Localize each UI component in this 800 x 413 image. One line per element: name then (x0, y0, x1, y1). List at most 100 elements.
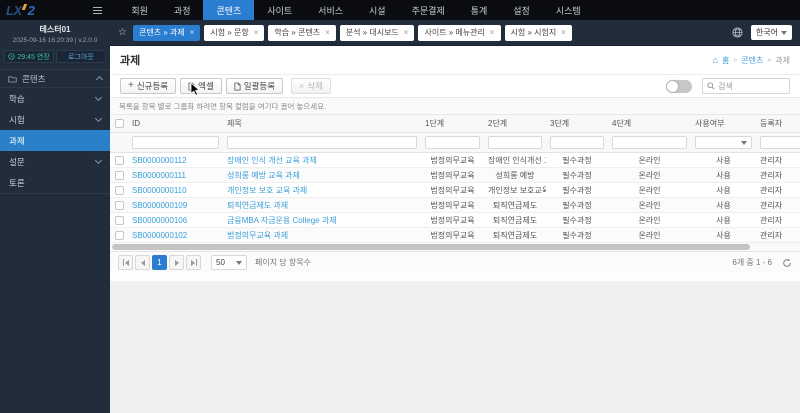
page-tab[interactable]: 사이트 » 메뉴관리 × (418, 24, 501, 41)
delete-label: 삭제 (307, 81, 323, 91)
prev-page-button[interactable] (135, 255, 150, 270)
title-bar: 과제 ⌂ 홈 » 콘텐츠 » 과제 (110, 46, 800, 75)
column-header-level3[interactable]: 3단계 (546, 118, 608, 129)
session-extend-button[interactable]: 29:45 연장 (4, 50, 54, 63)
row-id-link[interactable]: SB0000000106 (132, 216, 187, 225)
favorite-star-icon[interactable]: ☆ (118, 27, 127, 38)
sidebar-item[interactable]: 과제 (0, 130, 110, 151)
row-id-link[interactable]: SB0000000110 (132, 186, 187, 195)
table-row[interactable]: SB0000000109 퇴직연금제도 과제 법정의무교육 퇴직연금제도 필수과… (110, 198, 800, 213)
column-header-level4[interactable]: 4단계 (608, 118, 691, 129)
next-page-button[interactable] (169, 255, 184, 270)
filter-registrant-input[interactable] (760, 136, 800, 149)
session-info: 2025-09-16 16:20:39 | v.2.0.0 (12, 37, 98, 44)
hamburger-menu-icon[interactable] (84, 0, 110, 20)
top-nav-item[interactable]: 과정 (161, 0, 204, 20)
home-icon: ⌂ (712, 55, 718, 65)
row-id-link[interactable]: SB0000000111 (132, 171, 186, 180)
table-row[interactable]: SB0000000111 성희롱 예방 교육 과제 법정의무교육 성희롱 예방 … (110, 168, 800, 183)
row-title-link[interactable]: 금융MBA 자금운용 College 과제 (227, 216, 337, 225)
breadcrumb-contents[interactable]: 콘텐츠 (741, 55, 763, 66)
page-tab[interactable]: 콘텐츠 » 과제 × (132, 24, 201, 41)
tab-close-icon[interactable]: × (404, 28, 409, 37)
group-by-bar[interactable]: 목록을 항목 별로 그룹화 하려면 항목 컬럼을 여기다 끌어 놓으세요. (110, 97, 800, 115)
tab-close-icon[interactable]: × (490, 28, 495, 37)
page-size-select[interactable]: 50 (211, 255, 247, 270)
delete-button[interactable]: × 삭제 (291, 78, 331, 94)
row-id-link[interactable]: SB0000000112 (132, 156, 187, 165)
row-id-link[interactable]: SB0000000109 (132, 201, 187, 210)
table-row[interactable]: SB0000000106 금융MBA 자금운용 College 과제 법정의무교… (110, 213, 800, 228)
column-header-level2[interactable]: 2단계 (484, 118, 546, 129)
row-checkbox[interactable] (114, 155, 124, 165)
row-id-link[interactable]: SB0000000102 (132, 231, 187, 240)
globe-icon (732, 27, 743, 38)
top-nav-item[interactable]: 콘텐츠 (203, 0, 255, 20)
column-header-registrant[interactable]: 등록자 (756, 118, 800, 129)
filter-level1-input[interactable] (425, 136, 480, 149)
first-page-button[interactable] (118, 255, 133, 270)
sidebar-section-header[interactable]: 콘텐츠 (0, 69, 110, 88)
breadcrumb-home[interactable]: 홈 (722, 55, 729, 66)
row-checkbox[interactable] (114, 230, 124, 240)
page-tab[interactable]: 학습 » 콘텐츠 × (268, 24, 336, 41)
row-title-link[interactable]: 성희롱 예방 교육 과제 (227, 171, 300, 180)
top-nav-item[interactable]: 회원 (118, 0, 161, 20)
app-logo[interactable]: LX 2 (0, 0, 40, 20)
last-page-button[interactable] (186, 255, 201, 270)
filter-level4-input[interactable] (612, 136, 687, 149)
column-header-use[interactable]: 사용여부 (691, 118, 756, 129)
row-checkbox[interactable] (114, 200, 124, 210)
refresh-icon[interactable] (782, 258, 792, 268)
row-title-link[interactable]: 개인정보 보호 교육 과제 (227, 186, 307, 195)
table-row[interactable]: SB0000000102 법정의무교육 과제 법정의무교육 퇴직연금제도 필수과… (110, 228, 800, 243)
table-row[interactable]: SB0000000110 개인정보 보호 교육 과제 법정의무교육 개인정보 보… (110, 183, 800, 198)
column-header-id[interactable]: ID (128, 119, 223, 128)
scrollbar-thumb[interactable] (112, 244, 750, 250)
tab-close-icon[interactable]: × (190, 28, 195, 37)
filter-level3-input[interactable] (550, 136, 604, 149)
new-register-button[interactable]: + 신규등록 (120, 78, 177, 94)
row-checkbox[interactable] (114, 215, 124, 225)
top-nav-item[interactable]: 설정 (500, 0, 543, 20)
language-select[interactable]: 한국어 (750, 25, 792, 40)
sidebar-item[interactable]: 시험 (0, 109, 110, 130)
filter-title-input[interactable] (227, 136, 417, 149)
top-nav-item[interactable]: 시스템 (543, 0, 594, 20)
page-tab[interactable]: 분석 » 대시보드 × (339, 24, 415, 41)
column-header-level1[interactable]: 1단계 (421, 118, 484, 129)
sidebar-item[interactable]: 토론 (0, 172, 110, 193)
top-nav-item[interactable]: 서비스 (305, 0, 356, 20)
tab-close-icon[interactable]: × (561, 28, 566, 37)
page-tab[interactable]: 시험 » 문항 × (204, 24, 265, 41)
filter-level2-input[interactable] (488, 136, 542, 149)
breadcrumb-current: 과제 (775, 55, 790, 65)
tab-close-icon[interactable]: × (254, 28, 259, 37)
top-nav-item[interactable]: 시설 (356, 0, 399, 20)
select-all-checkbox[interactable] (114, 119, 124, 128)
filter-use-select[interactable] (695, 136, 752, 149)
row-checkbox[interactable] (114, 170, 124, 180)
row-title-link[interactable]: 퇴직연금제도 과제 (227, 201, 288, 210)
sidebar-item[interactable]: 설문 (0, 151, 110, 172)
filter-id-input[interactable] (132, 136, 219, 149)
row-title-link[interactable]: 법정의무교육 과제 (227, 231, 288, 240)
column-header-title[interactable]: 제목 (223, 118, 421, 129)
page-size-value: 50 (216, 258, 225, 267)
sidebar-item[interactable]: 학습 (0, 88, 110, 109)
top-nav-item[interactable]: 통계 (458, 0, 501, 20)
bulk-register-button[interactable]: 일괄등록 (225, 78, 284, 94)
page-tab[interactable]: 시험 » 시험지 × (504, 24, 572, 41)
top-nav-item[interactable]: 주문결제 (399, 0, 458, 20)
table-row[interactable]: SB0000000112 장애인 인식 개선 교육 과제 법정의무교육 장애인 … (110, 153, 800, 168)
logout-button[interactable]: 로그아웃 (56, 50, 106, 63)
filter-toggle[interactable] (666, 79, 692, 93)
search-input[interactable] (718, 81, 782, 91)
current-page-button[interactable]: 1 (152, 255, 167, 270)
row-registrant: 관리자 (760, 185, 783, 195)
row-checkbox[interactable] (114, 185, 124, 195)
excel-button[interactable]: 엑셀 (180, 78, 222, 94)
top-nav-item[interactable]: 사이트 (254, 0, 305, 20)
row-title-link[interactable]: 장애인 인식 개선 교육 과제 (227, 156, 317, 165)
tab-close-icon[interactable]: × (325, 28, 330, 37)
